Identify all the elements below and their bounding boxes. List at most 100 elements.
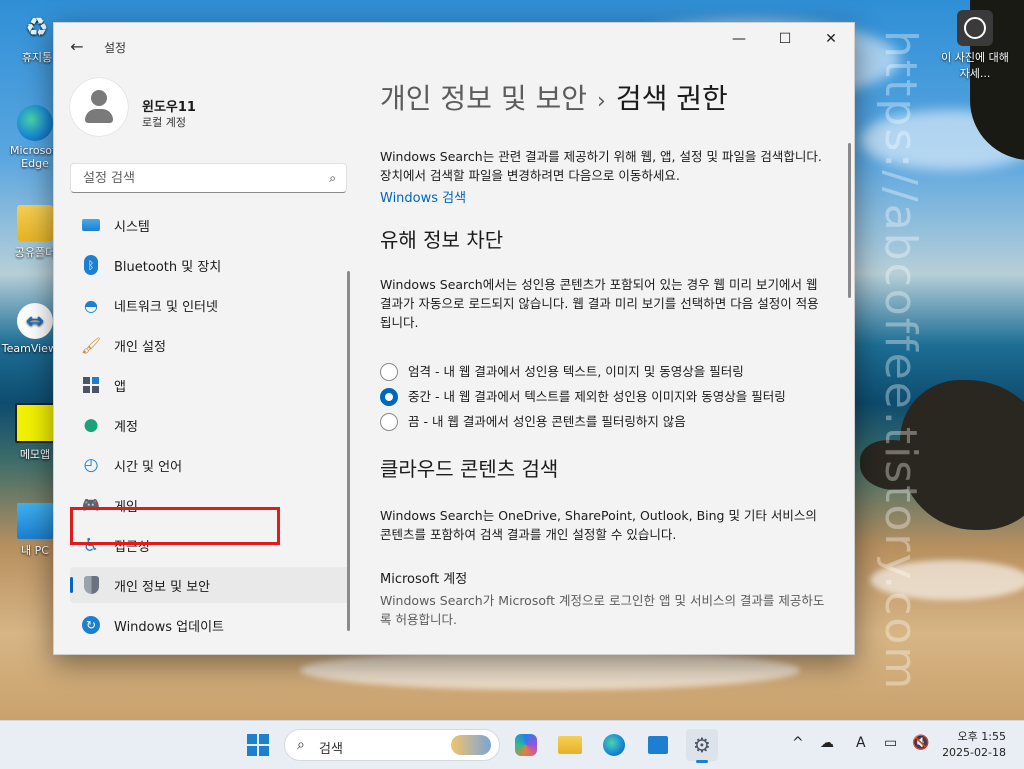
file-explorer-icon: [558, 736, 582, 754]
profile-name: 윈도우11: [142, 100, 196, 115]
profile-account-type: 로컬 계정: [142, 116, 186, 129]
edge-button[interactable]: [598, 729, 630, 761]
folder-icon: [17, 205, 53, 241]
settings-search[interactable]: ⌕: [70, 163, 347, 193]
sidebar-item-label: 시간 및 언어: [114, 459, 183, 475]
safesearch-description: Windows Search에서는 성인용 콘텐츠가 포함되어 있는 경우 웹 …: [380, 277, 819, 330]
clock-time: 오후 1:55: [957, 730, 1006, 743]
windows-search-link[interactable]: Windows 검색: [380, 187, 830, 206]
edge-icon: [17, 105, 53, 141]
cloud-search-heading: 클라우드 콘텐츠 검색: [380, 457, 559, 481]
content-scrollbar[interactable]: [848, 143, 851, 298]
sidebar-item-label: 계정: [114, 419, 138, 435]
back-button[interactable]: ←: [66, 35, 88, 57]
safesearch-options: 엄격 - 내 웹 결과에서 성인용 텍스트, 이미지 및 동영상을 필터링 중간…: [380, 362, 830, 431]
update-icon: ↻: [80, 614, 102, 636]
sidebar-item-label: 개인 정보 및 보안: [114, 579, 211, 595]
cloud-search-description: Windows Search는 OneDrive, SharePoint, Ou…: [380, 508, 817, 542]
onedrive-icon[interactable]: ☁: [820, 735, 834, 751]
ms-account-description: Windows Search가 Microsoft 계정으로 로그인한 앱 및 …: [380, 593, 825, 627]
radio-button[interactable]: [380, 413, 398, 431]
store-button[interactable]: [642, 729, 674, 761]
sidebar-item-windows-update[interactable]: ↻ Windows 업데이트: [70, 607, 350, 643]
highlight-annotation: [70, 507, 280, 545]
sidebar-item-label: 네트워크 및 인터넷: [114, 299, 218, 315]
settings-window: ← 설정 — ☐ ✕ 윈도우11 로컬 계정 ⌕ 시스템 ᛒ Bluetooth…: [53, 22, 855, 655]
radio-strict[interactable]: 엄격 - 내 웹 결과에서 성인용 텍스트, 이미지 및 동영상을 필터링: [380, 362, 830, 381]
user-silhouette-body: [85, 109, 113, 123]
start-button[interactable]: [242, 729, 274, 761]
back-arrow-icon: ←: [70, 36, 84, 56]
sidebar-scrollbar[interactable]: [347, 271, 350, 631]
taskbar-search[interactable]: ⌕ 검색: [284, 729, 500, 761]
radio-off[interactable]: 끔 - 내 웹 결과에서 성인용 콘텐츠를 필터링하지 않음: [380, 412, 830, 431]
search-icon: ⌕: [329, 171, 336, 185]
copilot-button[interactable]: [510, 729, 542, 761]
tray-overflow-chevron[interactable]: ^: [792, 735, 804, 751]
breadcrumb-separator: ›: [597, 89, 606, 114]
radio-button-selected[interactable]: [380, 388, 398, 406]
sidebar-item-label: 앱: [114, 379, 126, 395]
intro-text: Windows Search는 관련 결과를 제공하기 위해 웹, 앱, 설정 …: [380, 149, 822, 183]
system-clock[interactable]: 오후 1:55 2025-02-18: [942, 729, 1006, 761]
sidebar-item-time-language[interactable]: ◴ 시간 및 언어: [70, 447, 350, 483]
close-button[interactable]: ✕: [808, 23, 854, 55]
sidebar-item-accounts[interactable]: ● 계정: [70, 407, 350, 443]
taskbar-search-label: 검색: [319, 742, 343, 757]
account-icon: ●: [83, 415, 99, 435]
display-icon[interactable]: ▭: [884, 735, 897, 751]
settings-taskbar-button[interactable]: ⚙: [686, 729, 718, 763]
input-indicator[interactable]: A: [856, 735, 866, 751]
radio-button[interactable]: [380, 363, 398, 381]
teamviewer-icon: ⇔: [17, 303, 53, 339]
radio-moderate[interactable]: 중간 - 내 웹 결과에서 텍스트를 제외한 성인용 이미지와 동영상을 필터링: [380, 387, 830, 406]
sidebar-item-label: Bluetooth 및 장치: [114, 259, 222, 275]
avatar: [70, 78, 128, 136]
recycle-bin-icon: ♻: [25, 13, 49, 43]
sidebar-item-label: 시스템: [114, 219, 150, 235]
breadcrumb: 개인 정보 및 보안 › 검색 권한: [380, 77, 830, 117]
shield-icon: [80, 574, 102, 596]
taskbar: ⌕ 검색 ⚙ ^ ☁ A ▭ 🔇 오후 1:55 2025-02-18: [0, 720, 1024, 769]
radio-label: 엄격 - 내 웹 결과에서 성인용 텍스트, 이미지 및 동영상을 필터링: [408, 364, 744, 379]
minimize-button[interactable]: —: [716, 23, 762, 55]
surf-wave: [300, 650, 800, 690]
store-icon: [648, 736, 668, 754]
title-bar: ← 설정 — ☐ ✕: [54, 23, 854, 69]
user-profile[interactable]: 윈도우11 로컬 계정: [70, 78, 350, 138]
system-icon: [80, 214, 102, 236]
clock-globe-icon: ◴: [83, 455, 99, 475]
search-highlight-icon: [451, 735, 491, 755]
copilot-icon: [515, 734, 537, 756]
bluetooth-icon: ᛒ: [80, 254, 102, 276]
brush-icon: 🖌: [80, 335, 102, 355]
desktop-icon-spotlight[interactable]: 이 사진에 대해 자세...: [940, 10, 1010, 81]
main-content: 개인 정보 및 보안 › 검색 권한 Windows Search는 관련 결과를 …: [380, 69, 830, 629]
sidebar-item-personalization[interactable]: 🖌 개인 설정: [70, 327, 350, 363]
pc-icon: [17, 503, 53, 539]
page-title: 검색 권한: [615, 82, 728, 115]
start-icon: [247, 734, 269, 756]
maximize-button[interactable]: ☐: [762, 23, 808, 55]
camera-info-icon: [957, 10, 993, 46]
sidebar-nav: 시스템 ᛒ Bluetooth 및 장치 ◓ 네트워크 및 인터넷 🖌 개인 설…: [70, 207, 350, 647]
network-icon: ◓: [84, 295, 98, 315]
sidebar-item-system[interactable]: 시스템: [70, 207, 350, 243]
safesearch-heading: 유해 정보 차단: [380, 228, 504, 252]
search-input[interactable]: [81, 170, 315, 187]
sidebar-item-bluetooth[interactable]: ᛒ Bluetooth 및 장치: [70, 247, 350, 283]
sidebar-item-network[interactable]: ◓ 네트워크 및 인터넷: [70, 287, 350, 323]
apps-icon: [80, 374, 102, 396]
breadcrumb-parent[interactable]: 개인 정보 및 보안: [380, 82, 587, 115]
ms-account-title: Microsoft 계정: [380, 572, 468, 587]
search-icon: ⌕: [297, 737, 305, 753]
memo-icon: [15, 403, 55, 443]
desktop-icon-label: 이 사진에 대해 자세...: [941, 51, 1009, 80]
settings-icon: ⚙: [693, 733, 711, 757]
radio-label: 끔 - 내 웹 결과에서 성인용 콘텐츠를 필터링하지 않음: [408, 414, 686, 429]
surf-wave: [870, 560, 1024, 600]
file-explorer-button[interactable]: [554, 729, 586, 761]
sidebar-item-apps[interactable]: 앱: [70, 367, 350, 403]
volume-muted-icon[interactable]: 🔇: [912, 735, 929, 751]
sidebar-item-privacy-security[interactable]: 개인 정보 및 보안: [70, 567, 350, 603]
